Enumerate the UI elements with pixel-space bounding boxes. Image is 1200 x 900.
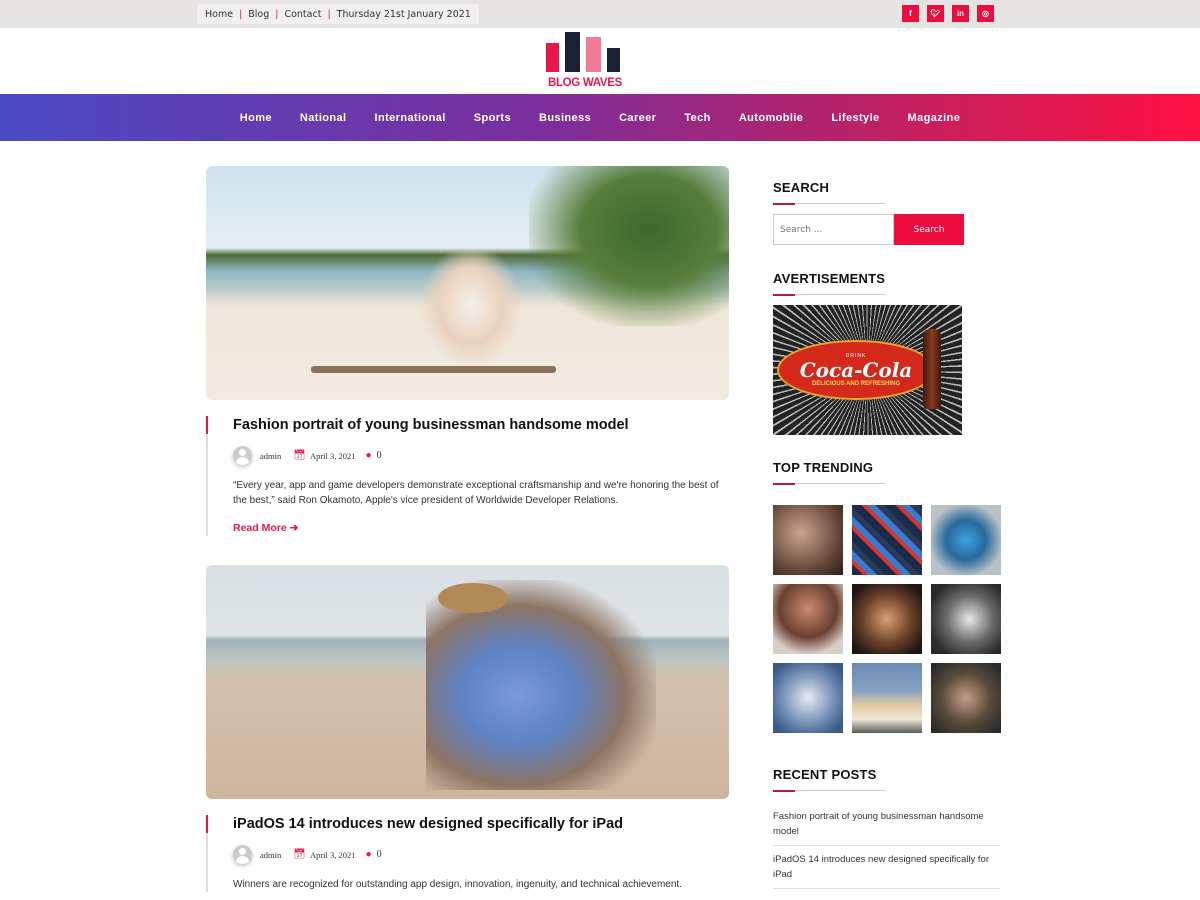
nav-lifestyle[interactable]: Lifestyle: [817, 112, 893, 124]
post-card: Fashion portrait of young businessman ha…: [206, 166, 729, 536]
trending-thumbnail[interactable]: [773, 505, 843, 575]
top-bar: Home | Blog | Contact | Thursday 21st Janua…: [0, 0, 1200, 28]
advertisement-banner[interactable]: DRINK Coca-Cola DELICIOUS AND REFRESHING: [773, 305, 962, 435]
trending-grid: [773, 505, 1001, 733]
logo-bar: [607, 48, 620, 72]
facebook-icon[interactable]: f: [902, 5, 919, 22]
logo-text: BLOG WAVES: [547, 77, 623, 89]
ads-widget: AVERTISEMENTS DRINK Coca-Cola DELICIOUS …: [773, 271, 1001, 435]
logo-bar: [586, 37, 601, 72]
comment-count[interactable]: 0: [377, 450, 382, 461]
comment-icon: ●: [365, 849, 372, 860]
widget-title: TOP TRENDING: [773, 460, 874, 475]
nav-sports[interactable]: Sports: [460, 112, 525, 124]
post-date[interactable]: April 3, 2021: [310, 850, 356, 860]
widget-title: RECENT POSTS: [773, 767, 877, 782]
nav-national[interactable]: National: [286, 112, 361, 124]
search-widget: SEARCH Search: [773, 180, 1001, 245]
post-meta: admin 📅︎ April 3, 2021 ● 0: [233, 446, 729, 465]
read-more-label: Read More: [233, 522, 287, 534]
post-body: Fashion portrait of young businessman ha…: [206, 416, 729, 536]
main-nav: Home National International Sports Busin…: [0, 94, 1200, 141]
avatar: [233, 446, 252, 465]
post-date[interactable]: April 3, 2021: [310, 451, 356, 461]
widget-title: SEARCH: [773, 180, 830, 195]
ad-logo: DRINK Coca-Cola DELICIOUS AND REFRESHING: [777, 340, 935, 400]
post-excerpt: “Every year, app and game developers dem…: [233, 480, 719, 506]
comment-icon: ●: [365, 450, 372, 461]
nav-magazine[interactable]: Magazine: [894, 112, 975, 124]
nav-business[interactable]: Business: [525, 112, 605, 124]
nav-home[interactable]: Home: [226, 112, 286, 124]
social-links: f 🐦︎ in ◎: [902, 5, 994, 22]
nav-tech[interactable]: Tech: [670, 112, 724, 124]
recent-posts-widget: RECENT POSTS Fashion portrait of young b…: [773, 767, 1001, 889]
top-link-blog[interactable]: Blog: [248, 9, 269, 20]
search-button[interactable]: Search: [894, 214, 964, 245]
title-underline: [773, 482, 886, 485]
recent-post-link[interactable]: Fashion portrait of young businessman ha…: [773, 803, 1000, 846]
post-card: iPadOS 14 introduces new designed specif…: [206, 565, 729, 892]
ad-tagline: DELICIOUS AND REFRESHING: [811, 381, 901, 387]
search-input[interactable]: [773, 214, 894, 245]
post-title[interactable]: iPadOS 14 introduces new designed specif…: [233, 815, 729, 833]
top-link-contact[interactable]: Contact: [284, 9, 321, 20]
linkedin-icon[interactable]: in: [952, 5, 969, 22]
trending-thumbnail[interactable]: [852, 663, 922, 733]
widget-title: AVERTISEMENTS: [773, 271, 886, 286]
trending-thumbnail[interactable]: [852, 584, 922, 654]
trending-thumbnail[interactable]: [852, 505, 922, 575]
title-underline: [773, 789, 886, 792]
post-excerpt: Winners are recognized for outstanding a…: [233, 879, 682, 890]
trending-thumbnail[interactable]: [931, 505, 1001, 575]
instagram-icon[interactable]: ◎: [977, 5, 994, 22]
separator: |: [239, 8, 243, 20]
logo-bar: [565, 32, 580, 72]
recent-posts-list: Fashion portrait of young businessman ha…: [773, 803, 1001, 889]
post-image[interactable]: [206, 166, 729, 400]
bottle-image: [923, 329, 941, 409]
title-underline: [773, 202, 886, 205]
top-links: Home | Blog | Contact | Thursday 21st Janua…: [197, 4, 479, 24]
comment-count[interactable]: 0: [377, 849, 382, 860]
post-meta: admin 📅︎ April 3, 2021 ● 0: [233, 845, 729, 864]
title-underline: [773, 293, 886, 296]
twitter-icon[interactable]: 🐦︎: [927, 5, 944, 22]
trending-thumbnail[interactable]: [931, 663, 1001, 733]
post-title[interactable]: Fashion portrait of young businessman ha…: [233, 416, 729, 434]
trending-widget: TOP TRENDING: [773, 460, 1001, 733]
read-more-link[interactable]: Read More ➔: [233, 522, 298, 534]
ad-brand: Coca-Cola: [799, 358, 913, 382]
trending-thumbnail[interactable]: [773, 663, 843, 733]
post-image[interactable]: [206, 565, 729, 799]
logo-bar: [546, 43, 559, 72]
avatar: [233, 845, 252, 864]
top-link-home[interactable]: Home: [205, 9, 233, 20]
separator: |: [327, 8, 331, 20]
calendar-icon: 📅︎: [293, 450, 306, 461]
post-author[interactable]: admin: [260, 850, 281, 860]
post-body: iPadOS 14 introduces new designed specif…: [206, 815, 729, 892]
trending-thumbnail[interactable]: [773, 584, 843, 654]
arrow-right-icon: ➔: [289, 522, 299, 534]
recent-post-link[interactable]: iPadOS 14 introduces new designed specif…: [773, 846, 1000, 889]
nav-career[interactable]: Career: [605, 112, 670, 124]
current-date: Thursday 21st January 2021: [336, 8, 471, 20]
post-author[interactable]: admin: [260, 451, 281, 461]
separator: |: [275, 8, 279, 20]
nav-international[interactable]: International: [361, 112, 460, 124]
trending-thumbnail[interactable]: [931, 584, 1001, 654]
calendar-icon: 📅︎: [293, 849, 306, 860]
search-form: Search: [773, 214, 1001, 245]
site-logo[interactable]: BLOG WAVES: [538, 32, 632, 89]
nav-automobile[interactable]: Automoblie: [725, 112, 818, 124]
